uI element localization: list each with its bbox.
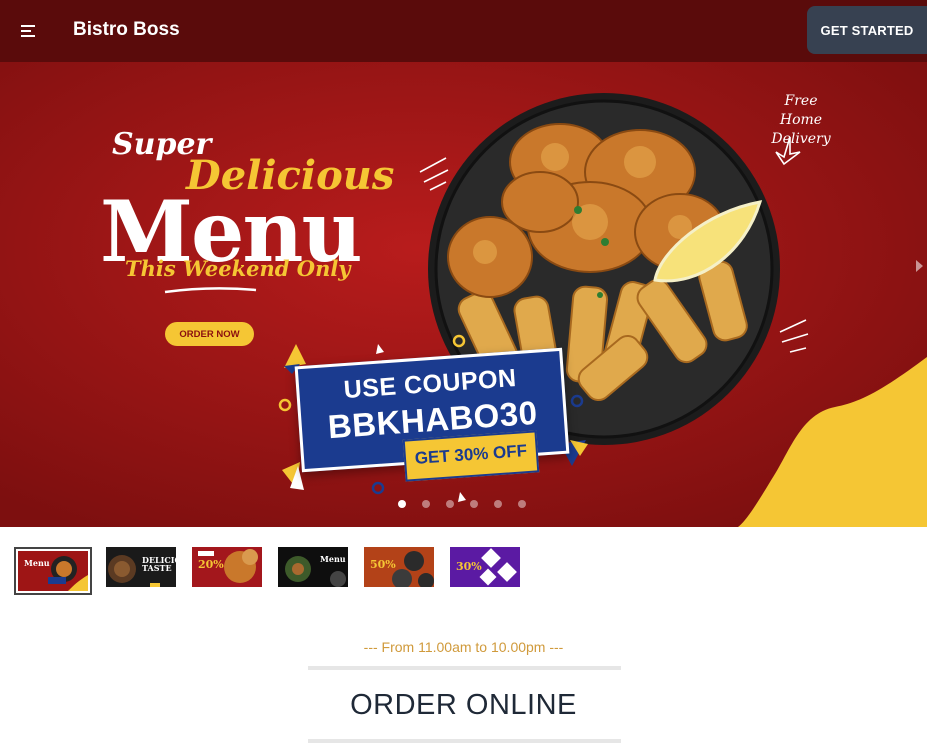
thumbnail-art: [48, 556, 88, 591]
carousel-dots: [398, 500, 526, 508]
order-now-button[interactable]: ORDER NOW: [165, 322, 254, 346]
thumbnail-text: Menu: [24, 558, 50, 568]
thumbnail-text: 20%: [198, 558, 224, 571]
thumbnail-menu-dark-slide[interactable]: Menu: [278, 547, 348, 587]
section-title: ORDER ONLINE: [350, 689, 577, 721]
thumbnail-menu-slide[interactable]: Menu: [14, 547, 92, 595]
carousel-thumbnails: Menu DELICIOUS TASTE 20% Menu 50% 30%: [14, 547, 536, 595]
hero-carousel: Super Delicious Menu This Weekend Only O…: [0, 62, 927, 527]
carousel-dot-2[interactable]: [422, 500, 430, 508]
carousel-dot-3[interactable]: [446, 500, 454, 508]
thumbnail-text: 50%: [370, 558, 396, 571]
carousel-dot-6[interactable]: [518, 500, 526, 508]
free-delivery-line2: Delivery: [771, 131, 831, 147]
divider-top: [308, 666, 621, 670]
carousel-dot-4[interactable]: [470, 500, 478, 508]
thumbnail-discount-50-slide[interactable]: 50%: [364, 547, 434, 587]
free-delivery-line1: Free Home: [779, 93, 823, 128]
opening-hours: --- From 11.00am to 10.00pm ---: [363, 639, 564, 655]
carousel-dot-1[interactable]: [398, 500, 406, 508]
hero-weekend-text: This Weekend Only: [125, 256, 351, 281]
get-started-button[interactable]: GET STARTED: [807, 6, 927, 54]
brand-title[interactable]: Bistro Boss: [73, 19, 180, 41]
hamburger-menu-icon[interactable]: [14, 16, 44, 46]
thumbnail-text: DELICIOUS TASTE: [142, 555, 176, 573]
thumbnail-delicious-taste-slide[interactable]: DELICIOUS TASTE: [106, 547, 176, 587]
navbar: Bistro Boss GET STARTED: [0, 0, 927, 62]
thumbnail-art: [285, 556, 346, 587]
chevron-right-icon[interactable]: [912, 256, 926, 276]
carousel-dot-5[interactable]: [494, 500, 502, 508]
thumbnail-discount-30-slide[interactable]: 30%: [450, 547, 520, 587]
divider-bottom: [308, 739, 621, 743]
thumbnail-text: 30%: [456, 560, 482, 573]
thumbnail-discount-20-slide[interactable]: 20%: [192, 547, 262, 587]
free-delivery-label: Free Home Delivery: [762, 92, 840, 149]
thumbnail-text: Menu: [320, 554, 346, 564]
